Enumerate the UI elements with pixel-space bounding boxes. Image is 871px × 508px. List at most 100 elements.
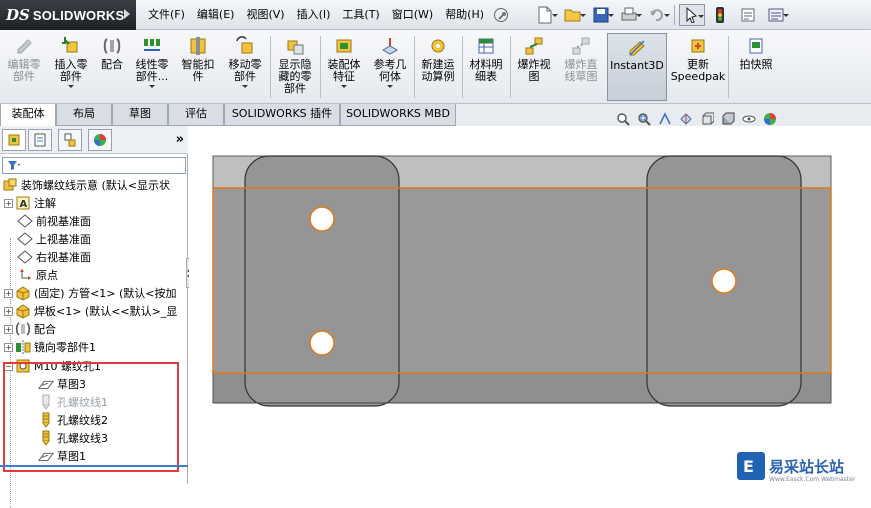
reference-geometry-button[interactable]: 参考几 何体 — [368, 33, 412, 101]
rebuild-button[interactable] — [707, 4, 733, 26]
svg-text:A: A — [20, 199, 28, 210]
solidworks-logo[interactable]: DS SOLIDWORKS — [0, 0, 136, 30]
logo-menu-arrow-icon — [124, 9, 130, 19]
weld-plate-left — [244, 155, 400, 407]
open-button[interactable] — [560, 4, 586, 26]
insert-component-dropdown-icon[interactable] — [68, 85, 74, 88]
ribbon-separator — [270, 36, 271, 98]
explode-line-sketch-button[interactable]: 爆炸直 线草图 — [558, 33, 604, 101]
snapshot-label: 拍快照 — [739, 58, 773, 71]
expand-toggle[interactable]: + — [4, 342, 13, 352]
tree-item-label: (固定) 方管<1> (默认<按加 — [34, 287, 177, 300]
tree-item-label: 上视基准面 — [36, 233, 91, 246]
exploded-view-button[interactable]: 爆炸视 图 — [512, 33, 556, 101]
expand-toggle[interactable]: + — [4, 288, 13, 298]
menu-view[interactable]: 视图(V) — [240, 4, 290, 26]
watermark-logo-icon: E — [737, 452, 765, 480]
menu-tools[interactable]: 工具(T) — [336, 4, 385, 26]
smart-fasteners-button[interactable]: 智能扣 件 — [176, 33, 220, 101]
print-button[interactable] — [616, 4, 642, 26]
insert-component-button[interactable]: 插入零 部件 — [48, 33, 94, 101]
menu-edit[interactable]: 编辑(E) — [191, 4, 241, 26]
bom-icon — [475, 35, 497, 57]
tree-item-label: 原点 — [36, 269, 58, 282]
instant3d-button[interactable]: Instant3D — [607, 33, 667, 101]
graphics-area[interactable] — [189, 126, 871, 484]
options-button[interactable] — [763, 4, 789, 26]
plane-icon — [17, 249, 33, 265]
menu-pin-icon[interactable] — [494, 8, 509, 22]
linear-pattern-dropdown-icon[interactable] — [149, 85, 155, 88]
linear-pattern-button[interactable]: 线性零 部件... — [130, 33, 174, 101]
origin-icon — [17, 267, 33, 283]
file-properties-button[interactable] — [735, 4, 761, 26]
previous-view-icon — [659, 112, 671, 125]
tab-assembly[interactable]: 装配体 — [0, 104, 56, 126]
tree-filter[interactable] — [2, 157, 186, 174]
tree-item-label: 配合 — [34, 323, 56, 336]
tab-solidworks-addins[interactable]: SOLIDWORKS 插件 — [224, 104, 340, 126]
tree-item-weld-plate[interactable]: + 焊板<1> (默认<<默认>_显 — [4, 302, 177, 320]
bill-of-materials-button[interactable]: 材料明 细表 — [464, 33, 508, 101]
cursor-arrow-icon — [686, 7, 698, 23]
exploded-view-icon — [523, 35, 545, 57]
mate-label: 配合 — [101, 58, 123, 71]
move-component-dropdown-icon[interactable] — [242, 85, 248, 88]
property-manager-tab[interactable] — [28, 129, 52, 151]
filter-icon — [7, 160, 21, 174]
display-manager-tab[interactable] — [88, 129, 112, 151]
smart-fasteners-label: 智能扣 件 — [181, 58, 215, 83]
tree-root-assembly[interactable]: 装饰螺纹线示意 (默认<显示状 — [2, 176, 170, 194]
tree-item-origin[interactable]: 原点 — [17, 266, 58, 284]
assembly-feature-button[interactable]: 装配体 特征 — [322, 33, 366, 101]
solidworks-logo-text: SOLIDWORKS — [32, 7, 125, 23]
expand-toggle[interactable]: + — [4, 198, 13, 208]
tree-item-mates[interactable]: + 配合 — [4, 320, 56, 338]
motion-study-label: 新建运 动算例 — [421, 58, 455, 83]
pane-expand-chevron-icon[interactable]: » — [176, 132, 184, 147]
select-button[interactable] — [679, 4, 705, 26]
assembly-feature-dropdown-icon[interactable] — [341, 85, 347, 88]
show-hidden-components-button[interactable]: 显示隐 藏的零 部件 — [272, 33, 318, 101]
menu-insert[interactable]: 插入(I) — [291, 4, 337, 26]
tree-item-front-plane[interactable]: 前视基准面 — [17, 212, 91, 230]
menu-window[interactable]: 窗口(W) — [386, 4, 439, 26]
tree-item-label: 前视基准面 — [36, 215, 91, 228]
mates-icon — [15, 321, 31, 337]
appearance-icon — [764, 113, 776, 125]
main-menu: 文件(F) 编辑(E) 视图(V) 插入(I) 工具(T) 窗口(W) 帮助(H… — [142, 0, 509, 30]
menu-help[interactable]: 帮助(H) — [439, 4, 490, 26]
tree-item-annotations[interactable]: + A 注解 — [4, 194, 56, 212]
tab-evaluate[interactable]: 评估 — [168, 104, 224, 126]
toolbar-separator — [674, 5, 675, 25]
threaded-hole-3 — [711, 268, 737, 294]
snapshot-icon — [745, 35, 767, 57]
tab-solidworks-mbd[interactable]: SOLIDWORKS MBD — [340, 104, 456, 126]
save-button[interactable] — [588, 4, 614, 26]
expand-toggle[interactable]: + — [4, 306, 13, 316]
undo-button[interactable] — [644, 4, 670, 26]
new-document-button[interactable] — [532, 4, 558, 26]
feature-manager-tab[interactable] — [2, 129, 26, 151]
expand-toggle[interactable]: + — [4, 324, 13, 334]
title-menu-bar: DS SOLIDWORKS 文件(F) 编辑(E) 视图(V) 插入(I) 工具… — [0, 0, 871, 30]
tab-layout[interactable]: 布局 — [56, 104, 112, 126]
move-component-button[interactable]: 移动零 部件 — [222, 33, 268, 101]
new-motion-study-button[interactable]: 新建运 动算例 — [416, 33, 460, 101]
update-speedpak-button[interactable]: 更新 Speedpak — [670, 33, 726, 101]
reference-geometry-label: 参考几 何体 — [373, 58, 407, 83]
file-properties-icon — [741, 8, 755, 22]
model-view[interactable] — [189, 126, 871, 484]
take-snapshot-button[interactable]: 拍快照 — [732, 33, 780, 101]
tree-item-top-plane[interactable]: 上视基准面 — [17, 230, 91, 248]
tree-item-right-plane[interactable]: 右视基准面 — [17, 248, 91, 266]
tree-item-square-tube[interactable]: + (固定) 方管<1> (默认<按加 — [4, 284, 177, 302]
edit-component-button[interactable]: 编辑零 部件 — [2, 33, 46, 101]
mate-button[interactable]: 配合 — [96, 33, 128, 101]
menu-file[interactable]: 文件(F) — [142, 4, 191, 26]
configuration-icon — [64, 133, 76, 147]
reference-geometry-dropdown-icon[interactable] — [387, 85, 393, 88]
tree-item-mirror-component[interactable]: + 镜向零部件1 — [4, 338, 96, 356]
tab-sketch[interactable]: 草图 — [112, 104, 168, 126]
configuration-manager-tab[interactable] — [58, 129, 82, 151]
